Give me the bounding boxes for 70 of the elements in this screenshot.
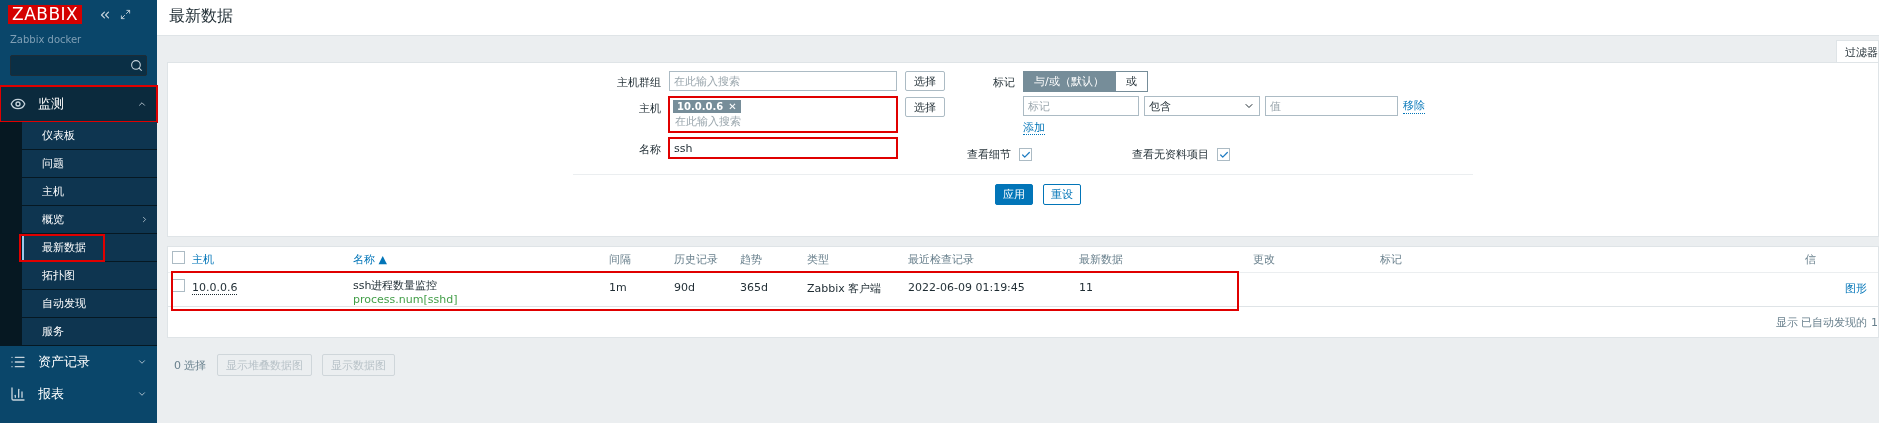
table-cell-text: 365d [740,280,769,296]
column-header: 信 [1805,252,1817,268]
details-checkbox[interactable] [1019,148,1032,161]
column-header: 历史记录 [674,252,719,268]
checkbox-label: 查看无资料项目 [1132,147,1209,162]
menu-item[interactable]: 拓扑图 [22,262,157,290]
filter-tab[interactable]: 过滤器 [1836,40,1879,62]
bar-chart-icon [10,386,26,402]
column-header[interactable]: 名称 ▲ [353,247,609,272]
logo: ZABBIX [8,5,83,24]
search-field[interactable] [10,55,147,76]
operator-dropdown[interactable]: 包含 [1144,96,1260,116]
expand-icon[interactable] [120,9,132,20]
search-icon[interactable] [130,59,143,72]
remove-link[interactable]: 移除 [1403,98,1425,114]
list-icon [10,354,26,370]
table-cell-text: 11 [1079,280,1094,296]
column-header: 间隔 [609,252,632,268]
field-label: 主机群组 [616,75,661,90]
table-cell-text: 1m [609,280,628,296]
menu-item[interactable]: 服务 [22,318,157,346]
select-all-checkbox[interactable] [172,251,185,264]
field-label: 名称 [638,142,661,157]
menu-section[interactable]: 资产记录 [0,346,157,378]
table-cell-text: 2022-06-09 01:19:45 [908,280,1026,296]
menu-item[interactable]: 自动发现 [22,290,157,318]
no-data-checkbox[interactable] [1217,148,1230,161]
column-header: 更改 [1253,252,1276,268]
eye-icon [10,96,26,112]
page-title: 最新数据 [157,0,1879,36]
chevron-icon [137,389,147,399]
add-link[interactable]: 添加 [1023,121,1045,135]
menu-item[interactable]: 概览 [22,206,157,234]
item-name: ssh进程数量监控 [353,279,438,292]
field-label: 标记 [992,75,1015,90]
table-footer: 显示 已自动发现的 1 [1776,316,1878,329]
tag-field[interactable]: 标记 [1023,96,1139,116]
item-key: process.num[sshd] [353,293,609,306]
apply-button[interactable]: 应用 [995,184,1033,205]
column-header: 最近检查记录 [908,252,975,268]
server-name: Zabbix docker [9,33,83,45]
mode-toggle[interactable]: 或 [1114,71,1148,92]
host-tag: 10.0.0.6 ✕ [673,100,741,113]
column-header: 趋势 [740,252,763,268]
chevron-icon [140,215,149,224]
table-cell-text: Zabbix 客户端 [807,281,883,297]
table-cell-text: 90d [674,280,696,296]
column-header[interactable]: 主机 [192,247,353,272]
chevron-icon [137,99,147,109]
menu-item[interactable]: 问题 [22,150,157,178]
menu-item[interactable]: 主机 [22,178,157,206]
field-label: 主机 [638,101,661,116]
checkbox-label: 查看细节 [967,147,1011,162]
host-group-field[interactable]: 在此输入搜索 [669,71,897,91]
chevron-icon [137,357,147,367]
selected-count: 0 选择 [174,357,207,373]
graph-link[interactable]: 图形 [1845,282,1867,295]
column-header: 最新数据 [1079,252,1124,268]
menu-item[interactable]: 最新数据 [22,234,157,262]
value-field[interactable]: 值 [1265,96,1398,116]
select-button[interactable]: 选择 [905,97,945,117]
menu-section[interactable]: 报表 [0,378,157,410]
menu-section[interactable]: 监测 [0,86,157,122]
column-header: 类型 [807,252,830,268]
host-link[interactable]: 10.0.0.6 [192,281,238,295]
name-field[interactable]: ssh [669,138,897,158]
menu-item[interactable]: 仪表板 [22,122,157,150]
select-button[interactable]: 选择 [905,71,945,91]
reset-button[interactable]: 重设 [1043,184,1081,205]
column-header: 标记 [1380,252,1403,268]
